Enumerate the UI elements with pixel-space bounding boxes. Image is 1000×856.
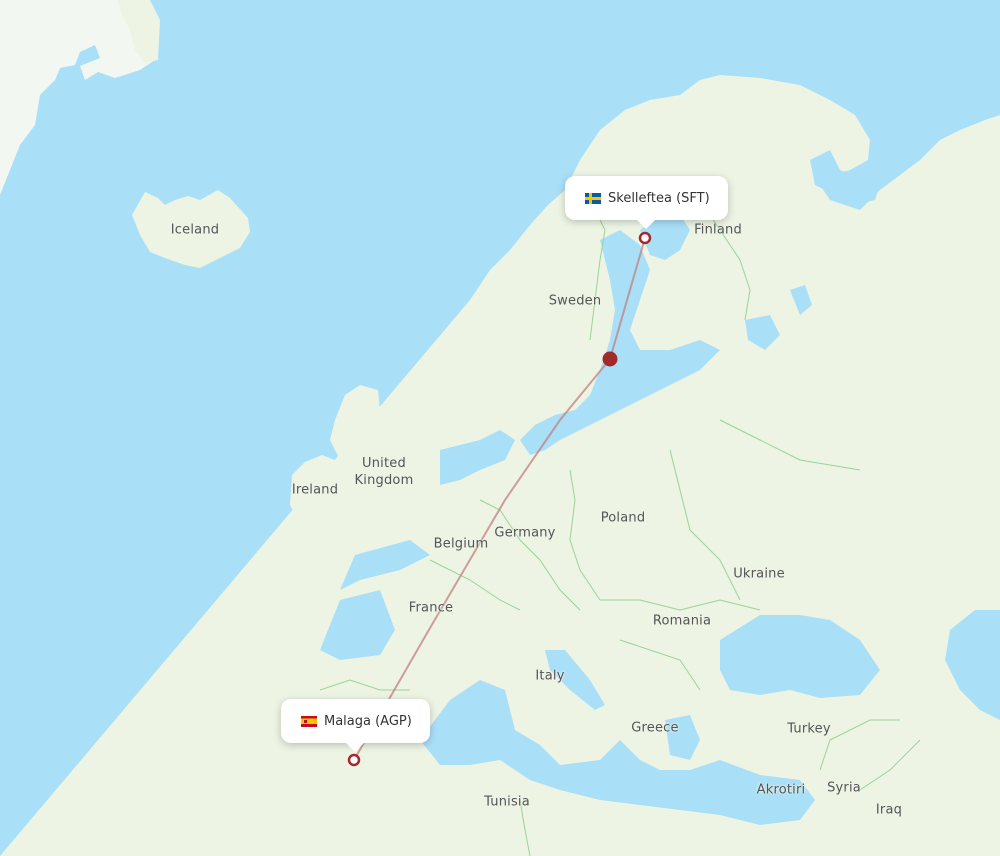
origin-pin-icon[interactable] [638,231,652,245]
country-label-poland: Poland [600,510,646,526]
country-label-ukraine: Ukraine [733,566,785,582]
spain-flag-icon [301,715,317,727]
country-label-iraq: Iraq [875,802,903,818]
country-label-tunisia: Tunisia [484,794,530,810]
country-label-germany: Germany [494,525,556,541]
country-label-romania: Romania [652,613,712,629]
origin-airport-callout[interactable]: Skelleftea (SFT) [565,176,728,229]
map-base-layer [0,0,1000,856]
sweden-flag-icon [585,192,601,204]
country-label-akrotiri: Akrotiri [756,782,806,798]
aircraft-position-dot[interactable] [602,351,618,367]
country-label-sweden: Sweden [548,293,602,309]
country-label-france: France [408,600,454,616]
country-label-italy: Italy [535,668,565,684]
country-label-syria: Syria [827,780,861,796]
country-label-iceland: Iceland [170,222,220,238]
country-label-finland: Finland [694,222,742,238]
country-label-greece: Greece [631,720,679,736]
destination-airport-label: Malaga (AGP) [324,713,412,729]
origin-airport-label: Skelleftea (SFT) [608,190,710,206]
destination-pin-icon[interactable] [347,753,361,767]
country-label-united-kingdom: United Kingdom [354,456,414,488]
route-map[interactable]: Iceland Finland Sweden United Kingdom Ir… [0,0,1000,856]
destination-airport-callout[interactable]: Malaga (AGP) [281,699,430,752]
country-label-belgium: Belgium [433,536,489,552]
country-label-turkey: Turkey [787,721,831,737]
country-label-ireland: Ireland [291,482,339,498]
